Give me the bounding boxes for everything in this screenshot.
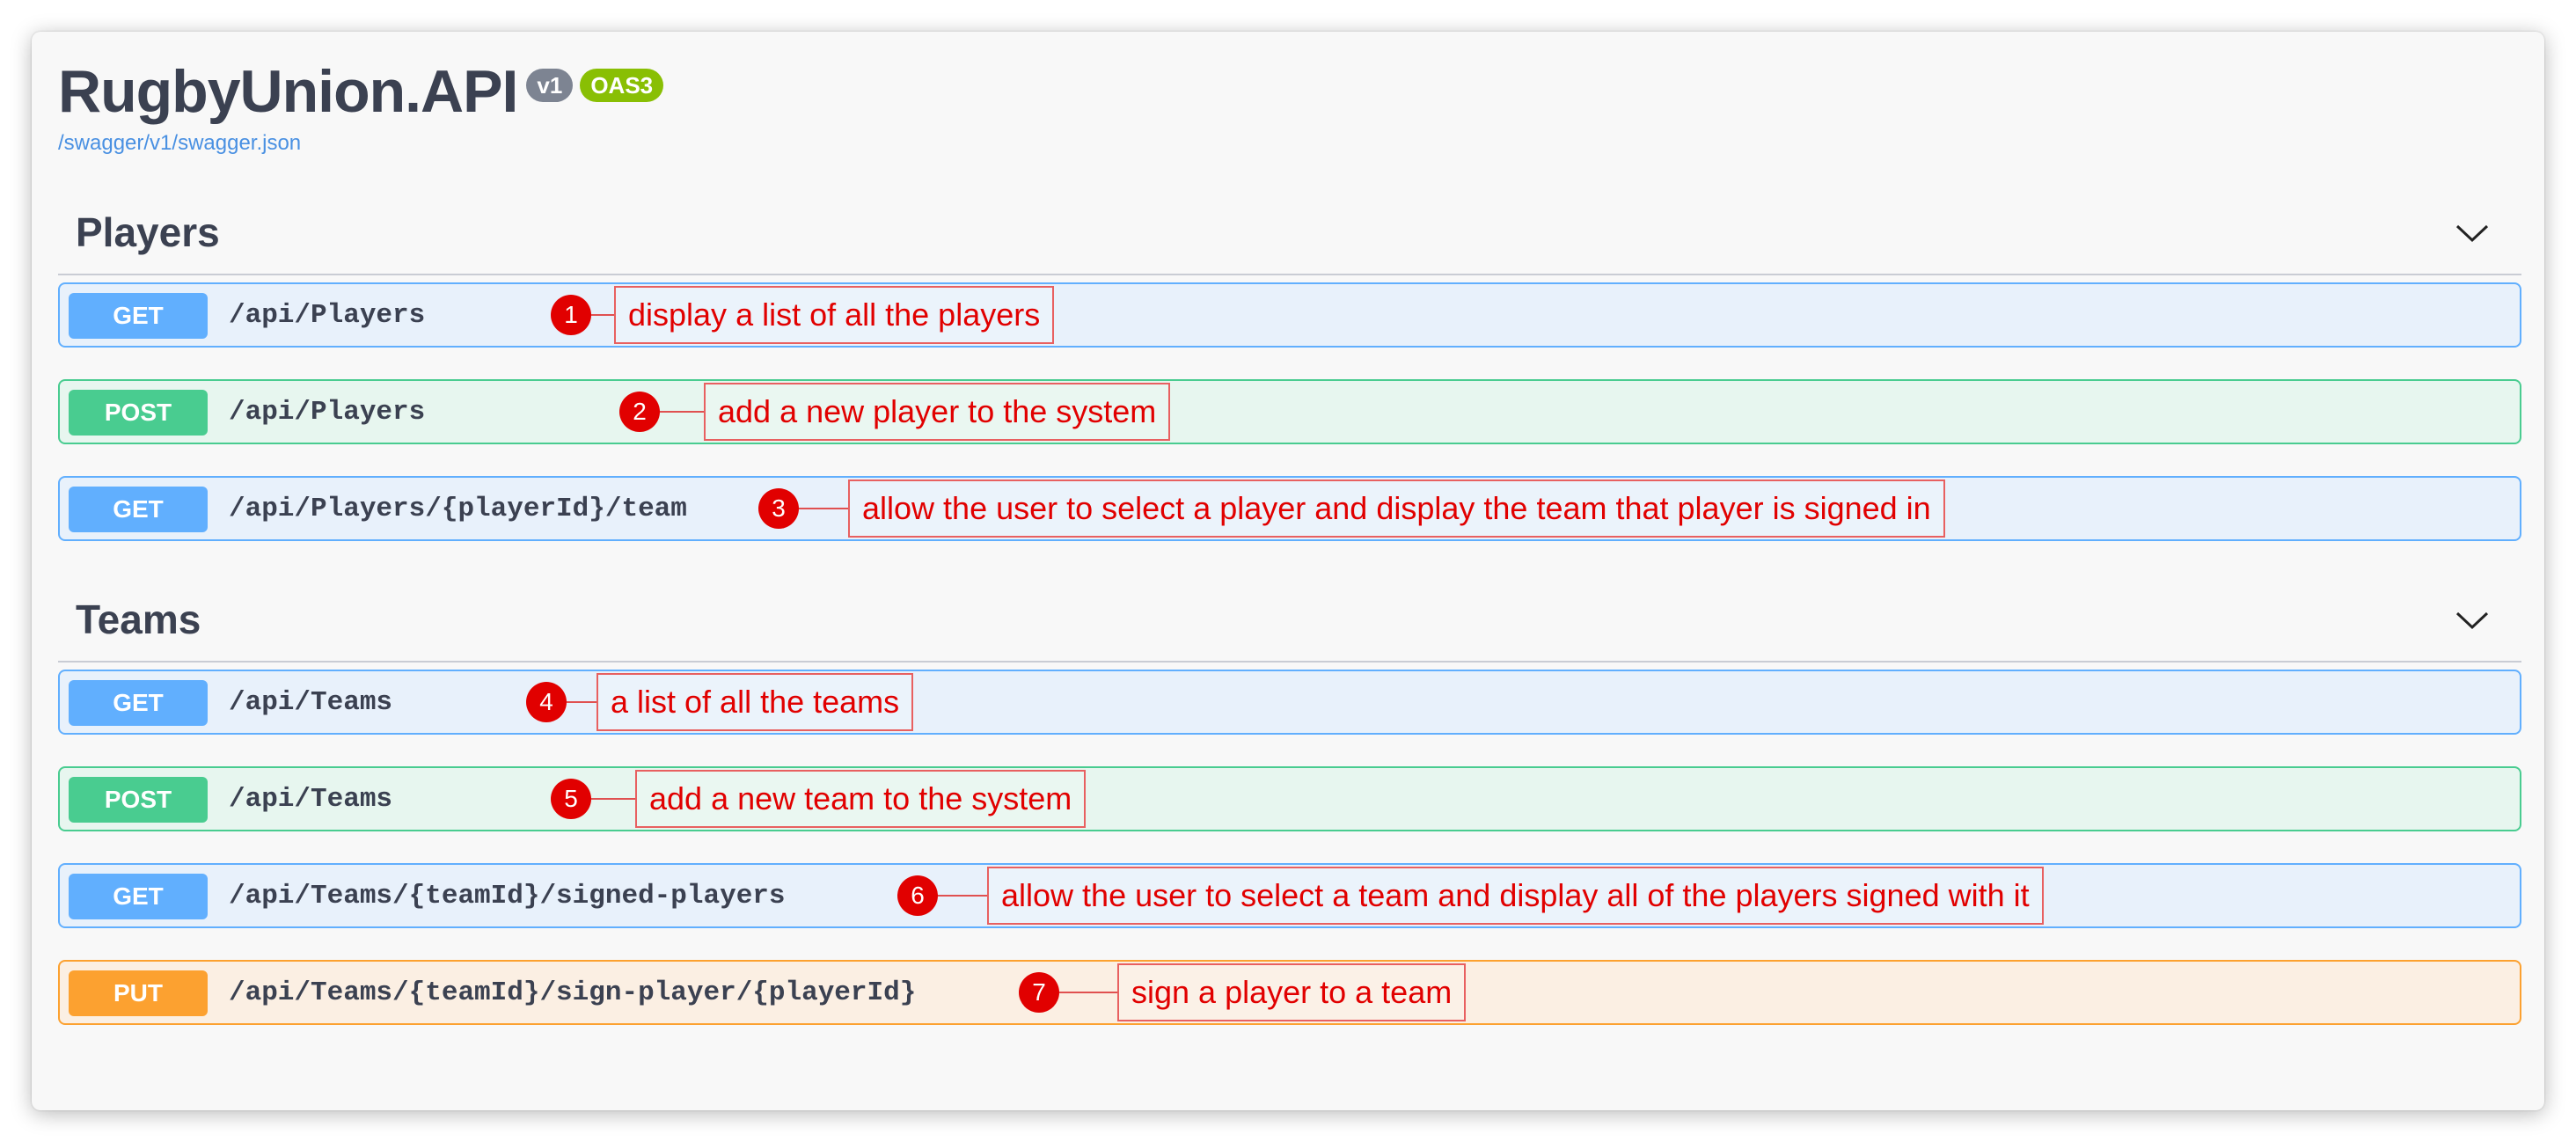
operation-path: /api/Players xyxy=(229,300,426,331)
annotation-callout: 6 allow the user to select a team and di… xyxy=(897,865,2044,926)
tag-title: Players xyxy=(76,209,220,255)
operation-get-players[interactable]: GET /api/Players 1 display a list of all… xyxy=(58,282,2521,348)
chevron-down-icon[interactable] xyxy=(2455,223,2490,244)
operation-get-team-signed-players[interactable]: GET /api/Teams/{teamId}/signed-players 6… xyxy=(58,863,2521,928)
chevron-down-icon[interactable] xyxy=(2455,610,2490,631)
annotation-callout: 2 add a new player to the system xyxy=(619,381,1171,443)
annotation-note: allow the user to select a team and disp… xyxy=(987,867,2044,925)
annotation-connector xyxy=(938,895,987,897)
method-badge: GET xyxy=(69,293,208,339)
annotation-note: sign a player to a team xyxy=(1117,963,1467,1021)
annotation-number: 1 xyxy=(551,295,591,335)
title-row: RugbyUnion.API v1 OAS3 xyxy=(58,49,664,134)
operation-path: /api/Teams/{teamId}/signed-players xyxy=(229,881,786,911)
version-badge: v1 xyxy=(526,69,574,102)
annotation-number: 3 xyxy=(758,488,799,529)
tag-section-teams: Teams GET /api/Teams 4 a list of all the… xyxy=(58,573,2521,1025)
tag-header-players[interactable]: Players xyxy=(58,186,2521,275)
method-badge: POST xyxy=(69,777,208,823)
annotation-callout: 3 allow the user to select a player and … xyxy=(758,478,1945,539)
method-badge: GET xyxy=(69,680,208,726)
annotation-connector xyxy=(799,508,848,509)
swagger-json-link[interactable]: /swagger/v1/swagger.json xyxy=(58,130,663,157)
annotation-callout: 7 sign a player to a team xyxy=(1019,962,1467,1023)
tag-header-teams[interactable]: Teams xyxy=(58,573,2521,663)
annotation-note: allow the user to select a player and di… xyxy=(848,479,1945,538)
annotation-callout: 5 add a new team to the system xyxy=(551,768,1087,830)
api-title: RugbyUnion.API xyxy=(58,58,518,125)
operation-path: /api/Teams xyxy=(229,784,393,815)
annotation-number: 7 xyxy=(1019,972,1059,1013)
operation-path: /api/Players/{playerId}/team xyxy=(229,494,687,524)
operation-get-player-team[interactable]: GET /api/Players/{playerId}/team 3 allow… xyxy=(58,476,2521,541)
operation-put-sign-player[interactable]: PUT /api/Teams/{teamId}/sign-player/{pla… xyxy=(58,960,2521,1025)
method-badge: POST xyxy=(69,390,208,436)
annotation-note: add a new player to the system xyxy=(704,383,1171,441)
operation-path: /api/Teams xyxy=(229,687,393,718)
oas-badge: OAS3 xyxy=(580,69,664,102)
annotation-number: 4 xyxy=(526,682,567,722)
method-badge: GET xyxy=(69,874,208,919)
annotation-connector xyxy=(1059,992,1117,993)
annotation-connector xyxy=(591,798,635,800)
annotation-note: add a new team to the system xyxy=(635,770,1087,828)
annotation-connector xyxy=(567,701,596,703)
annotation-number: 2 xyxy=(619,392,660,432)
operation-post-players[interactable]: POST /api/Players 2 add a new player to … xyxy=(58,379,2521,444)
annotation-number: 6 xyxy=(897,875,938,916)
swagger-ui-window: RugbyUnion.API v1 OAS3 /swagger/v1/swagg… xyxy=(32,32,2544,1110)
api-info-header: RugbyUnion.API v1 OAS3 /swagger/v1/swagg… xyxy=(58,49,664,157)
operation-post-teams[interactable]: POST /api/Teams 5 add a new team to the … xyxy=(58,766,2521,831)
annotation-note: a list of all the teams xyxy=(596,673,914,731)
tag-section-players: Players GET /api/Players 1 display a lis… xyxy=(58,186,2521,541)
operation-get-teams[interactable]: GET /api/Teams 4 a list of all the teams xyxy=(58,670,2521,735)
annotation-note: display a list of all the players xyxy=(614,286,1055,344)
method-badge: PUT xyxy=(69,970,208,1016)
operation-path: /api/Players xyxy=(229,397,426,428)
annotation-connector xyxy=(660,411,704,413)
operation-path: /api/Teams/{teamId}/sign-player/{playerI… xyxy=(229,977,917,1008)
tag-title: Teams xyxy=(76,597,201,642)
method-badge: GET xyxy=(69,487,208,532)
annotation-connector xyxy=(591,314,614,316)
annotation-number: 5 xyxy=(551,779,591,819)
annotation-callout: 4 a list of all the teams xyxy=(526,671,914,733)
annotation-callout: 1 display a list of all the players xyxy=(551,284,1055,346)
